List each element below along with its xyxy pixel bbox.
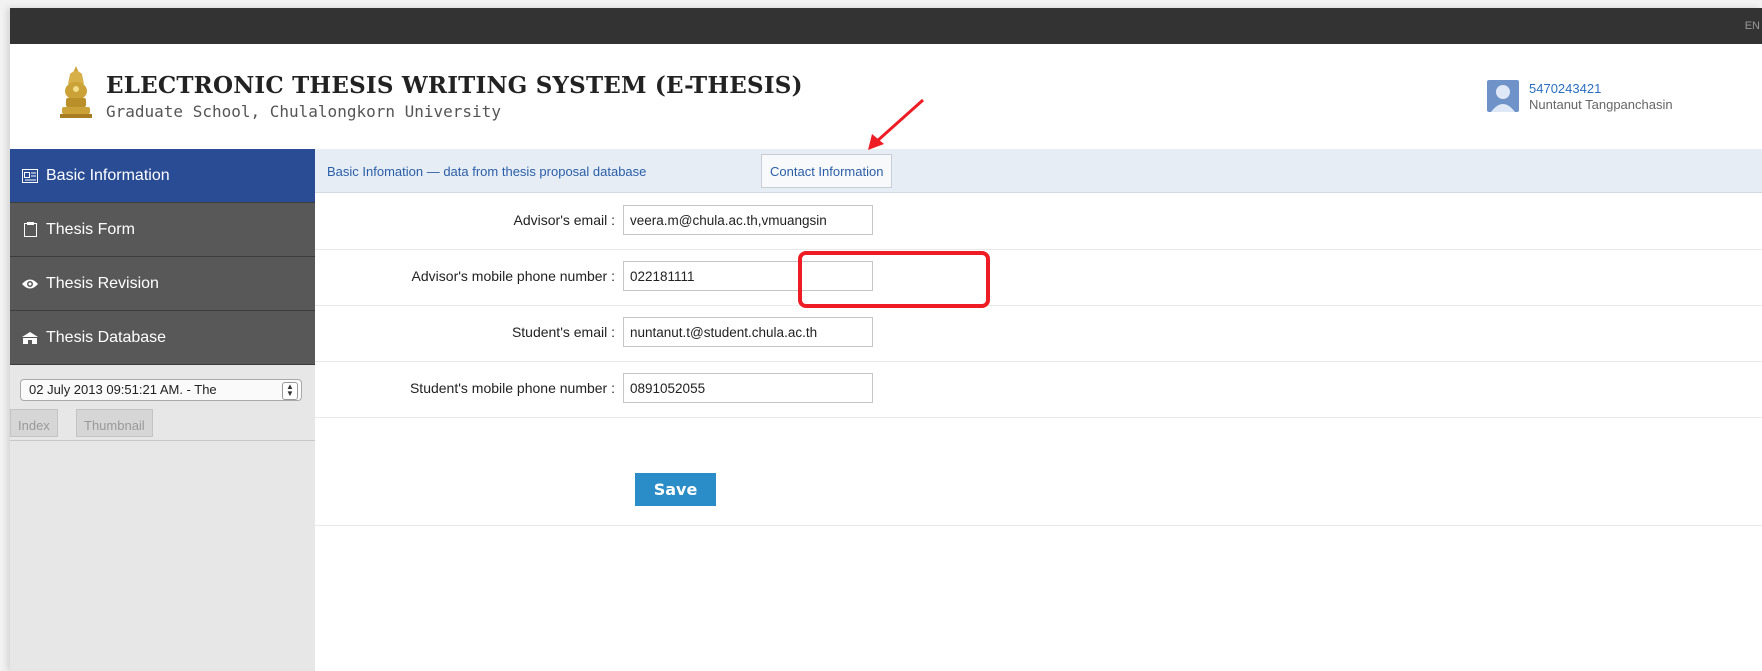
- id-card-icon: [20, 168, 40, 183]
- version-select-value: 02 July 2013 09:51:21 AM. - The: [29, 382, 217, 397]
- sidebar-item-label: Thesis Database: [46, 328, 167, 346]
- main-content: Basic Infomation — data from thesis prop…: [315, 149, 1762, 671]
- sidebar-item-thesis-form[interactable]: Thesis Form: [10, 203, 315, 257]
- student-phone-label: Student's mobile phone number :: [409, 380, 615, 396]
- sidebar-item-label: Thesis Form: [46, 220, 135, 238]
- eye-icon: [20, 278, 40, 290]
- sidebar-item-thesis-database[interactable]: Thesis Database: [10, 311, 315, 365]
- student-phone-field[interactable]: [623, 373, 873, 403]
- database-icon: [20, 331, 40, 345]
- version-select[interactable]: 02 July 2013 09:51:21 AM. - The ▲ ▼: [20, 379, 302, 401]
- tab-index[interactable]: Index: [10, 409, 58, 437]
- language-switch[interactable]: EN: [1745, 20, 1760, 32]
- user-avatar-icon[interactable]: [1487, 80, 1519, 112]
- breadcrumb[interactable]: Basic Infomation — data from thesis prop…: [327, 164, 646, 179]
- page-title: ELECTRONIC THESIS WRITING SYSTEM (E-THES…: [106, 72, 803, 99]
- advisor-email-field[interactable]: [623, 205, 873, 235]
- page-subtitle: Graduate School, Chulalongkorn Universit…: [106, 102, 501, 121]
- divider: [315, 525, 1762, 526]
- student-email-label: Student's email :: [511, 324, 615, 340]
- sidebar-item-basic-information[interactable]: Basic Information: [10, 149, 315, 203]
- save-button[interactable]: Save: [635, 473, 716, 506]
- university-logo-icon: [60, 66, 92, 118]
- sidebar: Basic Information Thesis Form Thesis Rev…: [10, 149, 315, 671]
- tab-contact-information[interactable]: Contact Information: [761, 154, 893, 188]
- form-row-student-phone: Student's mobile phone number :: [315, 361, 1762, 418]
- user-id-link[interactable]: 5470243421: [1529, 81, 1601, 96]
- annotation-highlight-box: [798, 251, 990, 308]
- form-row-student-email: Student's email :: [315, 305, 1762, 362]
- student-email-field[interactable]: [623, 317, 873, 347]
- user-name: Nuntanut Tangpanchasin: [1529, 97, 1673, 112]
- advisor-email-label: Advisor's email :: [513, 212, 615, 228]
- document-icon: [20, 222, 40, 237]
- sidebar-item-label: Basic Information: [46, 166, 170, 184]
- sidebar-item-thesis-revision[interactable]: Thesis Revision: [10, 257, 315, 311]
- tab-thumbnail[interactable]: Thumbnail: [76, 409, 153, 437]
- select-arrows-icon: ▲ ▼: [282, 382, 298, 400]
- annotation-arrow-icon: [868, 98, 924, 150]
- breadcrumb-bar: Basic Infomation — data from thesis prop…: [315, 149, 1762, 193]
- divider: [10, 440, 315, 441]
- form-row-advisor-phone: Advisor's mobile phone number :: [315, 249, 1762, 306]
- advisor-phone-label: Advisor's mobile phone number :: [411, 268, 615, 284]
- form-row-advisor-email: Advisor's email :: [315, 193, 1762, 250]
- sidebar-item-label: Thesis Revision: [46, 274, 159, 292]
- top-bar: EN: [10, 8, 1762, 44]
